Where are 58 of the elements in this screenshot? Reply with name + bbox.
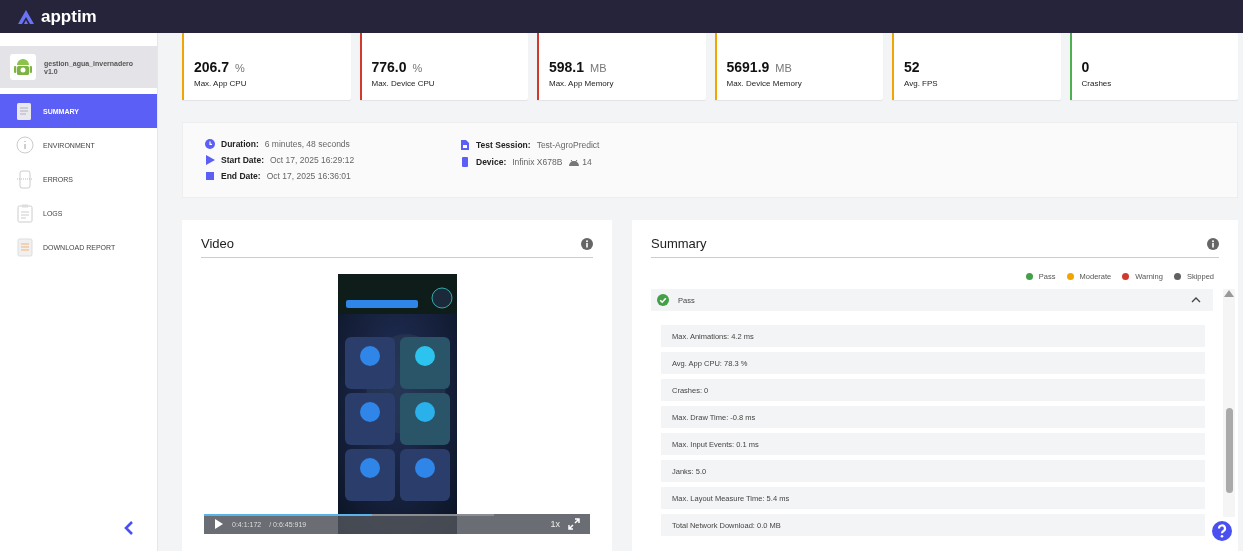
speed-button[interactable]: 1x	[550, 519, 560, 529]
scrollbar[interactable]	[1223, 289, 1235, 517]
stat-unit: %	[235, 62, 245, 74]
stat-value: 52	[904, 59, 920, 75]
chevron-left-icon	[123, 521, 134, 535]
play-button[interactable]	[214, 519, 224, 529]
stat-value: 776.0	[371, 59, 407, 75]
info-label: Start Date:	[221, 155, 264, 165]
scroll-thumb[interactable]	[1225, 408, 1233, 493]
info-value: Test-AgroPredict	[536, 140, 600, 150]
info-icon	[16, 135, 34, 155]
panel-title: Summary	[651, 236, 707, 251]
stat-label: Max. Device Memory	[726, 79, 803, 88]
info-value: Infinix X678B	[512, 157, 563, 167]
stat-value: 0	[1081, 59, 1090, 75]
info-value: 6 minutes, 48 seconds	[264, 139, 350, 150]
android-app-icon	[10, 54, 36, 80]
stat-label: Max. App CPU	[194, 79, 248, 88]
stat-label: Max. App Memory	[549, 79, 615, 88]
document-icon	[16, 237, 34, 257]
android-icon	[568, 158, 581, 166]
panel-title: Video	[201, 236, 234, 251]
check-circle-icon	[657, 294, 669, 306]
stat-label: Crashes	[1081, 79, 1113, 88]
phone-icon	[16, 169, 34, 189]
chevron-up-icon	[1191, 296, 1201, 304]
play-icon	[214, 519, 224, 529]
info-value: Oct 17, 2025 16:36:01	[266, 170, 351, 181]
help-icon	[1212, 521, 1232, 541]
stat-label: Avg. FPS	[904, 79, 939, 88]
expand-icon	[568, 518, 580, 530]
document-icon	[16, 101, 34, 121]
stat-value: 5691.9	[726, 59, 770, 75]
stat-value: 598.1	[549, 59, 585, 75]
help-button[interactable]	[1212, 521, 1232, 541]
info-label: End Date:	[221, 170, 261, 181]
info-icon	[581, 237, 593, 250]
scroll-up-icon	[1224, 289, 1234, 298]
file-icon	[460, 140, 470, 150]
brand-name: apptim	[41, 6, 97, 27]
fullscreen-button[interactable]	[568, 518, 580, 530]
play-icon	[205, 155, 215, 165]
info-label: Duration:	[221, 139, 259, 150]
stat-value: 206.7	[194, 59, 230, 75]
clipboard-icon	[16, 203, 34, 223]
os-version: 14	[582, 157, 592, 167]
stop-icon	[205, 170, 215, 181]
stat-unit: %	[412, 62, 423, 74]
info-label: Test Session:	[476, 140, 531, 150]
info-icon	[1207, 237, 1219, 250]
logo-icon	[17, 8, 35, 25]
phone-icon	[460, 157, 470, 167]
info-label: Device:	[476, 157, 507, 167]
info-value: Oct 17, 2025 16:29:12	[270, 155, 355, 165]
clock-icon	[205, 139, 215, 150]
stat-unit: MB	[775, 62, 792, 74]
stat-label: Max. Device CPU	[371, 79, 436, 88]
stat-unit: MB	[590, 62, 607, 74]
